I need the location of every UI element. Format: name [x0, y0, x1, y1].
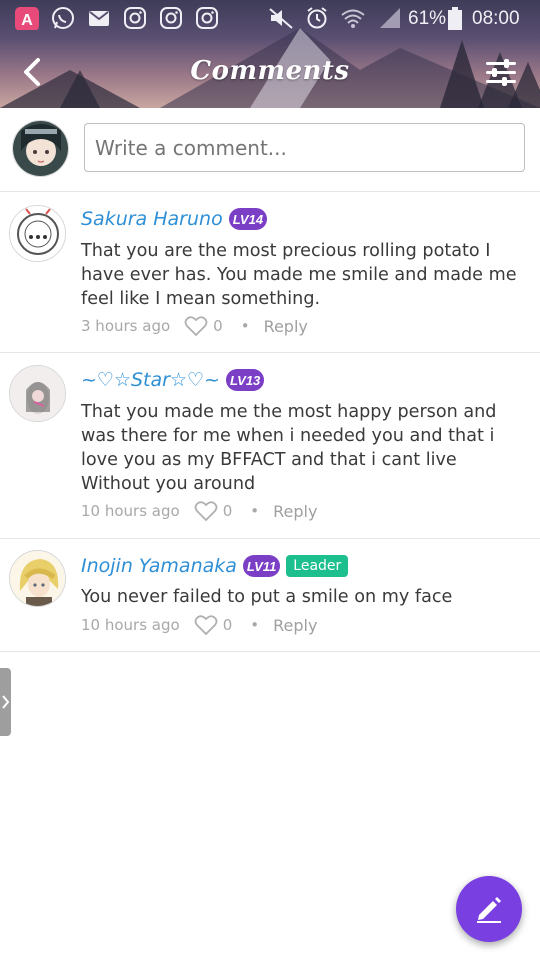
comment-author-row: Inojin Yamanaka LV11 Leader: [81, 553, 349, 579]
comment-author-name[interactable]: ~♡☆Star☆♡~: [81, 369, 220, 391]
instagram-icon: [160, 7, 182, 29]
comment-timestamp: 3 hours ago: [81, 317, 171, 335]
header: A 61% 08:00 Comments: [0, 0, 540, 108]
whatsapp-icon: [52, 7, 74, 29]
current-user-avatar[interactable]: [12, 120, 69, 177]
comment-item: Sakura Haruno LV14 That you are the most…: [0, 192, 540, 353]
comment-author-avatar[interactable]: [9, 205, 66, 262]
separator-dot: •: [240, 317, 250, 335]
app-store-icon: A: [15, 7, 39, 30]
comment-meta: 3 hours ago 0 • Reply: [81, 313, 308, 339]
wifi-icon: [341, 9, 365, 28]
comment-item: Inojin Yamanaka LV11 Leader You never fa…: [0, 539, 540, 652]
comment-author-name[interactable]: Inojin Yamanaka: [81, 555, 237, 577]
level-badge: LV14: [228, 208, 268, 230]
comment-timestamp: 10 hours ago: [81, 616, 180, 634]
comment-item: ~♡☆Star☆♡~ LV13 That you made me the mos…: [0, 353, 540, 539]
separator-dot: •: [250, 616, 260, 634]
heart-icon[interactable]: [184, 315, 208, 337]
like-count: 0: [213, 317, 223, 335]
clock: 08:00: [472, 8, 520, 29]
like-count: 0: [222, 616, 233, 634]
compose-fab-button[interactable]: [456, 876, 522, 942]
like-count: 0: [222, 502, 233, 520]
reply-button[interactable]: Reply: [264, 317, 308, 336]
gmail-icon: [89, 11, 109, 26]
separator-dot: •: [250, 502, 260, 520]
status-bar: A 61% 08:00: [0, 0, 540, 38]
side-drawer-handle[interactable]: [0, 668, 11, 736]
reply-button[interactable]: Reply: [273, 616, 317, 635]
comment-meta: 10 hours ago 0 • Reply: [81, 498, 317, 524]
page-title: Comments: [190, 56, 350, 86]
chevron-right-icon: [2, 695, 10, 709]
level-badge: LV13: [225, 369, 265, 391]
pencil-icon: [477, 897, 501, 923]
comment-author-avatar[interactable]: [9, 550, 66, 607]
instagram-icon: [196, 7, 218, 29]
reply-button[interactable]: Reply: [273, 502, 317, 521]
leader-badge: Leader: [286, 555, 349, 577]
mute-icon: [269, 8, 293, 29]
signal-icon: [380, 8, 400, 28]
svg-text:A: A: [21, 12, 33, 29]
comment-composer: [0, 108, 540, 192]
comment-text: That you made me the most happy person a…: [81, 402, 497, 494]
comment-author-avatar[interactable]: [9, 365, 66, 422]
comment-author-row: ~♡☆Star☆♡~ LV13: [81, 367, 265, 393]
comment-text: That you are the most precious rolling p…: [81, 241, 517, 309]
instagram-icon: [124, 7, 146, 29]
level-badge: LV11: [242, 555, 281, 577]
comment-author-name[interactable]: Sakura Haruno: [81, 208, 223, 230]
comment-text: You never failed to put a smile on my fa…: [81, 587, 453, 607]
comment-timestamp: 10 hours ago: [81, 502, 180, 520]
comment-author-row: Sakura Haruno LV14: [81, 206, 268, 232]
battery-percent: 61%: [408, 8, 447, 29]
comment-meta: 10 hours ago 0 • Reply: [81, 612, 317, 638]
alarm-icon: [307, 7, 327, 29]
heart-icon[interactable]: [194, 614, 218, 636]
sliders-icon: [486, 59, 516, 86]
battery-icon: [448, 7, 462, 30]
filter-button[interactable]: [484, 58, 518, 88]
comment-input[interactable]: [84, 123, 525, 172]
heart-icon[interactable]: [194, 500, 218, 522]
